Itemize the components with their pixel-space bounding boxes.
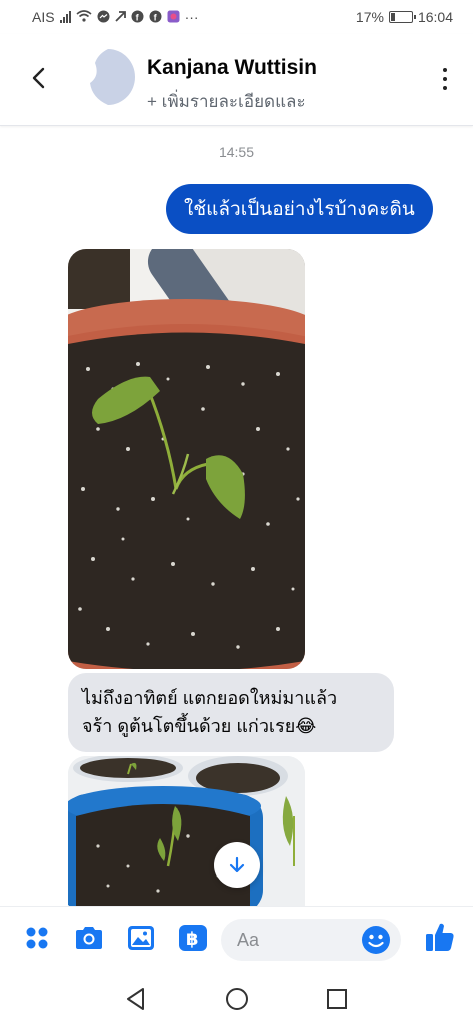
facebook-notification-icon-2: f [149, 10, 162, 25]
camera-icon [76, 927, 102, 949]
nav-home-button[interactable] [224, 986, 250, 1012]
gallery-button[interactable] [126, 923, 156, 953]
like-icon [426, 923, 454, 951]
payment-button[interactable]: ฿ [178, 923, 208, 953]
conversation-header: Kanjana Wuttisin + เพิ่มรายละเอียดและ [0, 34, 473, 126]
triangle-back-icon [127, 988, 144, 1010]
battery-percent: 17% [355, 9, 384, 25]
payment-icon: ฿ [179, 925, 207, 951]
incoming-message-line-2: จร้า ดูต้นโตขึ้นด้วย แก่วเรย😂 [82, 716, 317, 736]
contact-name[interactable]: Kanjana Wuttisin [147, 56, 317, 80]
svg-text:฿: ฿ [186, 929, 199, 950]
outgoing-message-bubble[interactable]: ใช้แล้วเป็นอย่างไรบ้างคะดิน [166, 184, 433, 234]
dot [443, 68, 447, 72]
plant-photo-message[interactable] [68, 249, 305, 669]
app-notification-icon [167, 10, 180, 25]
status-right: 17% 16:04 [356, 9, 453, 25]
wifi-icon [76, 10, 92, 24]
square-recents-icon [327, 989, 347, 1009]
emoji-button[interactable] [361, 925, 391, 955]
notification-arrow-icon [114, 10, 126, 24]
menu-dots-icon [26, 927, 48, 949]
message-input-placeholder: Aa [237, 930, 260, 950]
avatar[interactable] [80, 48, 136, 106]
incoming-message-line-1: ไม่ถึงอาทิตย์ แตกยอดใหม่มาแล้ว [82, 688, 338, 708]
add-details-link[interactable]: + เพิ่มรายละเอียดและ [147, 88, 306, 115]
camera-button[interactable] [74, 923, 104, 953]
system-navigation-bar [0, 970, 473, 1024]
status-bar: AIS f f ··· 17% 16:04 [0, 0, 473, 34]
chevron-left-icon [32, 67, 45, 89]
message-timestamp: 14:55 [218, 144, 255, 160]
more-notifications-indicator: ··· [184, 9, 199, 25]
plant-photo-message-2[interactable] [68, 756, 305, 906]
clock: 16:04 [417, 9, 453, 25]
scroll-to-bottom-button[interactable] [214, 842, 260, 888]
emoji-icon [362, 926, 390, 954]
like-button[interactable] [424, 921, 456, 953]
incoming-message-bubble[interactable]: ไม่ถึงอาทิตย์ แตกยอดใหม่มาแล้ว จร้า ดูต้… [68, 673, 394, 752]
battery-icon [388, 11, 416, 23]
gallery-icon [128, 926, 154, 950]
dot [443, 86, 447, 90]
facebook-notification-icon: f [131, 10, 144, 25]
more-options-button[interactable] [441, 68, 449, 90]
message-input[interactable]: Aa [221, 919, 401, 961]
carrier-label: AIS [32, 9, 55, 25]
signal-icon [59, 11, 71, 23]
nav-back-button[interactable] [123, 986, 149, 1012]
back-button[interactable] [22, 62, 54, 94]
status-left: AIS f f ··· [32, 9, 199, 25]
messenger-notification-icon [97, 10, 110, 25]
circle-home-icon [226, 988, 248, 1010]
nav-recents-button[interactable] [324, 986, 350, 1012]
dot [443, 77, 447, 81]
arrow-down-icon [229, 856, 245, 873]
message-composer: ฿ Aa [0, 906, 473, 970]
menu-dots-button[interactable] [22, 923, 52, 953]
